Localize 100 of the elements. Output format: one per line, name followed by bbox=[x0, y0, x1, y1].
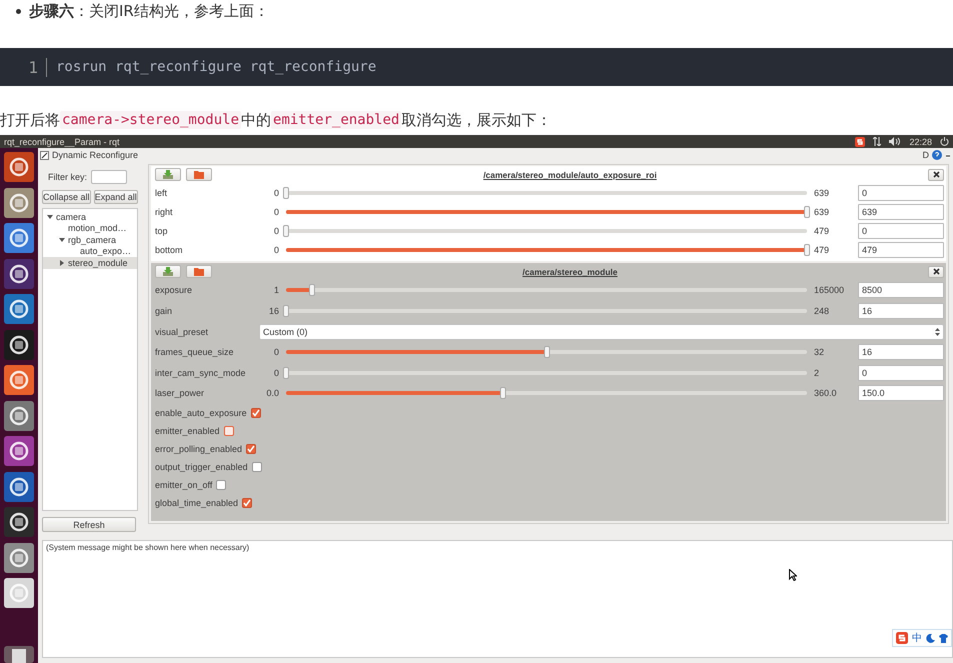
dock-button[interactable]: D bbox=[922, 150, 929, 160]
mouse-pointer-icon bbox=[789, 569, 797, 581]
close-icon bbox=[932, 171, 940, 178]
filter-field[interactable] bbox=[91, 170, 128, 184]
param-label: frames_queue_size bbox=[155, 347, 235, 358]
refresh-button[interactable]: Refresh bbox=[42, 517, 136, 532]
slider-handle[interactable] bbox=[500, 387, 506, 400]
paragraph-text: 取消勾选，展示如下： bbox=[401, 110, 552, 130]
slider-handle[interactable] bbox=[283, 224, 289, 236]
value-field[interactable]: 0 bbox=[858, 184, 944, 200]
slider-min: 0 bbox=[272, 368, 279, 378]
value-field[interactable]: 0 bbox=[858, 364, 944, 381]
bullet-icon bbox=[16, 8, 21, 14]
load-button[interactable] bbox=[186, 265, 212, 278]
value-field[interactable]: 16 bbox=[858, 344, 944, 360]
network-arrows-icon[interactable] bbox=[873, 137, 882, 146]
param-label: bottom bbox=[155, 244, 184, 254]
slider-min: 0 bbox=[272, 206, 279, 216]
paragraph-text: 打开后将 bbox=[0, 110, 60, 130]
value-field[interactable]: 0 bbox=[858, 222, 944, 238]
slider-handle[interactable] bbox=[283, 304, 289, 317]
group-title: /camera/stereo_module bbox=[522, 266, 618, 276]
checkbox[interactable] bbox=[246, 444, 256, 454]
param-label: visual_preset bbox=[155, 326, 210, 336]
param-label: left bbox=[155, 188, 168, 198]
value-field[interactable]: 639 bbox=[858, 204, 944, 220]
close-button[interactable] bbox=[928, 168, 944, 180]
moon-icon[interactable] bbox=[926, 634, 935, 642]
tree-toggle-button[interactable]: Expand all bbox=[94, 190, 138, 204]
shirt-icon[interactable] bbox=[939, 634, 948, 642]
folder-icon bbox=[194, 267, 204, 276]
expanded-arrow-icon[interactable] bbox=[59, 236, 65, 243]
value-field[interactable]: 16 bbox=[858, 302, 944, 319]
save-button[interactable] bbox=[155, 168, 181, 181]
edit-icon bbox=[40, 150, 49, 160]
slider-handle[interactable] bbox=[544, 346, 550, 358]
code-line: rosrun rqt_reconfigure rqt_reconfigure bbox=[55, 59, 376, 75]
inline-code: emitter_enabled bbox=[271, 111, 402, 129]
value-field[interactable]: 150.0 bbox=[858, 385, 944, 402]
slider-max: 165000 bbox=[814, 285, 846, 296]
system-message: (System message might be shown here when necessary) bbox=[46, 543, 250, 552]
volume-icon[interactable] bbox=[889, 137, 902, 146]
input-method-icon[interactable] bbox=[855, 136, 866, 146]
checkbox[interactable] bbox=[224, 426, 234, 436]
checkbox[interactable] bbox=[250, 408, 261, 418]
close-button[interactable] bbox=[928, 266, 944, 278]
slider-max: 479 bbox=[814, 226, 830, 236]
value-field[interactable]: 479 bbox=[858, 242, 944, 258]
param-label: top bbox=[155, 226, 169, 236]
param-label: output_trigger_enabled bbox=[155, 462, 248, 472]
tree-item[interactable]: stereo_module bbox=[43, 257, 137, 268]
tree-item[interactable]: auto_expo… bbox=[43, 246, 137, 257]
param-label: inter_cam_sync_mode bbox=[155, 368, 247, 378]
tree-item[interactable]: camera bbox=[43, 211, 137, 222]
slider-max: 639 bbox=[814, 188, 830, 198]
inline-code: camera->stereo_module bbox=[60, 111, 242, 129]
spinner-arrows-icon bbox=[935, 328, 940, 336]
slider-min: 0 bbox=[272, 347, 279, 358]
folder-icon bbox=[194, 170, 204, 179]
param-label: exposure bbox=[155, 285, 194, 296]
checkbox[interactable] bbox=[252, 462, 262, 472]
expanded-arrow-icon[interactable] bbox=[47, 214, 53, 220]
help-icon[interactable] bbox=[932, 150, 942, 160]
plugin-title: Dynamic Reconfigure bbox=[52, 150, 138, 160]
download-icon bbox=[163, 170, 173, 179]
slider-min: 0 bbox=[272, 226, 279, 236]
line-number: 1 bbox=[0, 58, 47, 76]
param-label: emitter_enabled bbox=[155, 426, 220, 436]
load-button[interactable] bbox=[186, 168, 212, 181]
slider-min: 0 bbox=[272, 244, 279, 254]
param-label: error_polling_enabled bbox=[155, 444, 242, 454]
param-label: enable_auto_exposure bbox=[155, 408, 247, 418]
param-label: right bbox=[155, 206, 174, 216]
preset-dropdown[interactable]: Custom (0) bbox=[259, 324, 944, 340]
slider-handle[interactable] bbox=[804, 244, 810, 256]
slider-min: 16 bbox=[268, 306, 279, 316]
paragraph-text: 中的 bbox=[241, 110, 272, 130]
collapsed-arrow-icon[interactable] bbox=[59, 260, 65, 266]
slider-min: 0 bbox=[272, 188, 279, 198]
value-field[interactable]: 8500 bbox=[858, 282, 944, 298]
close-icon bbox=[932, 268, 940, 275]
tree-toggle-button[interactable]: Collapse all bbox=[42, 190, 91, 204]
slider-handle[interactable] bbox=[283, 366, 289, 379]
param-label: emitter_on_off bbox=[155, 480, 212, 490]
tree-item[interactable]: motion_mod… bbox=[43, 222, 137, 234]
input-method-bar[interactable]: 中 bbox=[892, 629, 952, 647]
slider-handle[interactable] bbox=[804, 206, 810, 218]
slider-max: 32 bbox=[814, 347, 826, 358]
checkbox[interactable] bbox=[242, 498, 252, 508]
save-button[interactable] bbox=[155, 265, 181, 278]
slider-handle[interactable] bbox=[283, 186, 289, 198]
input-mode[interactable]: 中 bbox=[912, 631, 922, 645]
checkbox[interactable] bbox=[216, 480, 226, 490]
power-icon[interactable] bbox=[940, 137, 949, 146]
download-icon bbox=[163, 267, 173, 276]
tree-item[interactable]: rgb_camera bbox=[43, 234, 137, 246]
clock[interactable]: 22:28 bbox=[909, 136, 932, 146]
slider-max: 479 bbox=[814, 244, 830, 254]
slider-handle[interactable] bbox=[309, 284, 316, 296]
slider-min: 0.0 bbox=[265, 388, 279, 398]
